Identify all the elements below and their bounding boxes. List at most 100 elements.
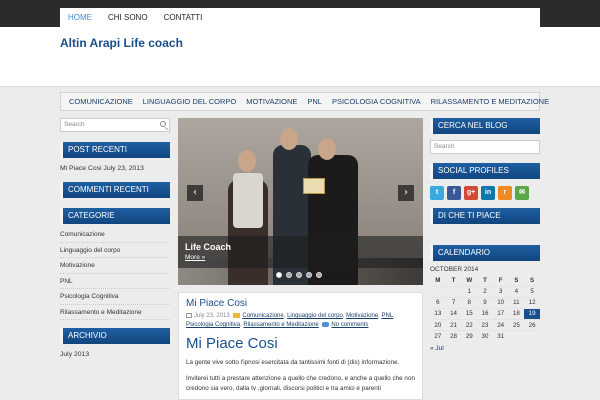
right-search-input[interactable]: Search — [430, 140, 540, 154]
nav-comunicazione[interactable]: COMUNICAZIONE — [64, 97, 138, 106]
post-category[interactable]: Motivazione — [346, 313, 378, 319]
calendar-day-header: W — [466, 276, 473, 284]
category-link[interactable]: Comunicazione — [60, 227, 170, 243]
top-nav-chi-sono[interactable]: CHI SONO — [100, 13, 156, 22]
calendar-day — [508, 330, 525, 342]
calendar-widget: OCTOBER 2014 M T W T F S S 1 2 3 4 5 6 7 8 9 10 11… — [430, 266, 540, 352]
slider-dot[interactable] — [316, 272, 322, 278]
nav-motivazione[interactable]: MOTIVAZIONE — [241, 97, 302, 106]
chevron-left-icon[interactable]: ‹ — [187, 185, 203, 201]
calendar-icon — [186, 312, 192, 318]
calendar-day-header: T — [483, 276, 487, 284]
comment-icon — [322, 321, 330, 327]
calendar-day: 9 — [477, 296, 493, 309]
calendar-day: 23 — [477, 319, 493, 331]
calendar-day: 12 — [524, 296, 540, 309]
category-link[interactable]: PNL — [60, 274, 170, 289]
post-title[interactable]: Mi Piace Cosi — [186, 298, 415, 309]
post-paragraph: Inviterei tutti a prestare attenzione a … — [186, 375, 415, 392]
main-nav: COMUNICAZIONE LINGUAGGIO DEL CORPO MOTIV… — [60, 92, 549, 111]
email-icon[interactable]: ✉ — [515, 186, 529, 200]
calendar-day: 27 — [430, 330, 446, 342]
calendar-week: 12345 — [430, 285, 540, 298]
slide-more-link[interactable]: More » — [185, 254, 416, 261]
calendar-day: 7 — [445, 296, 462, 309]
top-nav-home[interactable]: HOME — [60, 13, 100, 22]
search-icon[interactable] — [160, 121, 166, 127]
rss-icon[interactable]: r — [498, 186, 512, 200]
left-search-input[interactable]: Search — [60, 118, 170, 132]
left-sidebar: Search POST RECENTI Mi Piace Cosi July 2… — [60, 118, 170, 362]
post-heading: Mi Piace Cosi — [186, 335, 278, 352]
calendar-day: 20 — [430, 319, 446, 331]
calendar-table: M T W T F S S 1 2 3 4 5 6 7 8 9 10 11 12 13 14 15 16 17 1… — [430, 275, 540, 342]
category-link[interactable]: Linguaggio del corpo — [60, 243, 170, 258]
top-nav-contatti[interactable]: CONTATTI — [156, 13, 211, 22]
calendar-prev-link[interactable]: « Jul — [430, 345, 540, 352]
post-category[interactable]: Psicologia Cognitiva — [186, 322, 240, 328]
slider-dot[interactable] — [296, 272, 302, 278]
recent-comments-title: COMMENTI RECENTI — [60, 182, 170, 198]
calendar-day: 17 — [492, 307, 509, 320]
calendar-day: 11 — [508, 296, 525, 309]
calendar-day — [445, 285, 462, 298]
calendar-day — [430, 285, 446, 298]
linkedin-icon[interactable]: in — [481, 186, 495, 200]
post-comments-link[interactable]: No comments — [331, 322, 368, 328]
archive-title: ARCHIVIO — [60, 328, 170, 344]
calendar-day: 3 — [492, 285, 509, 298]
calendar-body: 1 2 3 4 5 6 7 8 9 10 11 12 13 14 15 16 17 18 19 20 21 22 23 24 2… — [430, 285, 540, 342]
calendar-day-header: M — [435, 276, 441, 284]
category-link[interactable]: Motivazione — [60, 258, 170, 274]
post-paragraph: La gente vive sotto l'ipnosi esercitata … — [186, 359, 400, 366]
calendar-day: 6 — [430, 296, 446, 309]
calendar-week: 6 7 8 9 10 11 12 — [430, 296, 540, 309]
social-profiles-title: SOCIAL PROFILES — [430, 163, 540, 179]
calendar-week: 27 28 29 30 31 — [430, 330, 540, 342]
nav-rilassamento[interactable]: RILASSAMENTO E MEDITAZIONE — [426, 97, 555, 106]
archive-link[interactable]: July 2013 — [60, 347, 170, 362]
twitter-icon[interactable]: t — [430, 186, 444, 200]
slide-person-jacket — [233, 173, 263, 228]
calendar-day: 1 — [461, 285, 478, 298]
slide-certificate — [303, 178, 325, 194]
post-category[interactable]: PNL — [382, 313, 394, 319]
slide-caption-title: Life Coach — [185, 242, 232, 252]
post-category[interactable]: Linguaggio del corpo — [287, 313, 343, 319]
calendar-day: 31 — [492, 330, 509, 342]
google-plus-icon[interactable]: g+ — [464, 186, 478, 200]
calendar-day: 14 — [445, 307, 462, 320]
recent-post-link[interactable]: Mi Piace Cosi July 23, 2013 — [60, 161, 170, 176]
likes-title: DI CHE TI PIACE — [430, 208, 540, 224]
chevron-right-icon[interactable]: › — [398, 185, 414, 201]
site-title[interactable]: Altin Arapi Life coach — [60, 36, 183, 50]
slider-dot[interactable] — [286, 272, 292, 278]
calendar-day: 21 — [445, 319, 462, 331]
calendar-day-header: T — [451, 276, 456, 284]
featured-slider[interactable]: ‹ › Life Coach More » — [178, 118, 423, 285]
nav-pnl[interactable]: PNL — [302, 97, 327, 106]
facebook-icon[interactable]: f — [447, 186, 461, 200]
calendar-day-header: S — [514, 276, 519, 284]
slide-person-head — [280, 128, 298, 150]
recent-posts-title: POST RECENTI — [60, 142, 170, 158]
top-nav: HOME CHI SONO CONTATTI — [60, 8, 540, 27]
slider-dot[interactable] — [276, 272, 282, 278]
calendar-day: 4 — [508, 285, 525, 298]
left-search-placeholder: Search — [64, 121, 85, 128]
category-link[interactable]: Rilassamento e Meditazione — [60, 305, 170, 320]
category-link[interactable]: Psicologia Cognitiva — [60, 289, 170, 305]
nav-linguaggio-del-corpo[interactable]: LINGUAGGIO DEL CORPO — [138, 97, 242, 106]
calendar-day: 30 — [477, 330, 493, 342]
post-meta: July 23, 2013 Comunicazione, Linguaggio … — [186, 312, 395, 328]
slide-caption: Life Coach More » — [178, 236, 423, 268]
calendar-day: 8 — [461, 296, 478, 309]
slider-dot[interactable] — [306, 272, 312, 278]
calendar-day: 25 — [508, 319, 525, 331]
post-category[interactable]: Comunicazione — [242, 313, 283, 319]
post-category[interactable]: Rilassamento e Meditazione — [243, 322, 318, 328]
nav-psicologia-cognitiva[interactable]: PSICOLOGIA COGNITIVA — [327, 97, 426, 106]
post-date: July 23, 2013 — [194, 313, 230, 319]
calendar-day-header: F — [498, 276, 503, 284]
calendar-week: 13 14 15 16 17 18 19 — [430, 307, 540, 320]
